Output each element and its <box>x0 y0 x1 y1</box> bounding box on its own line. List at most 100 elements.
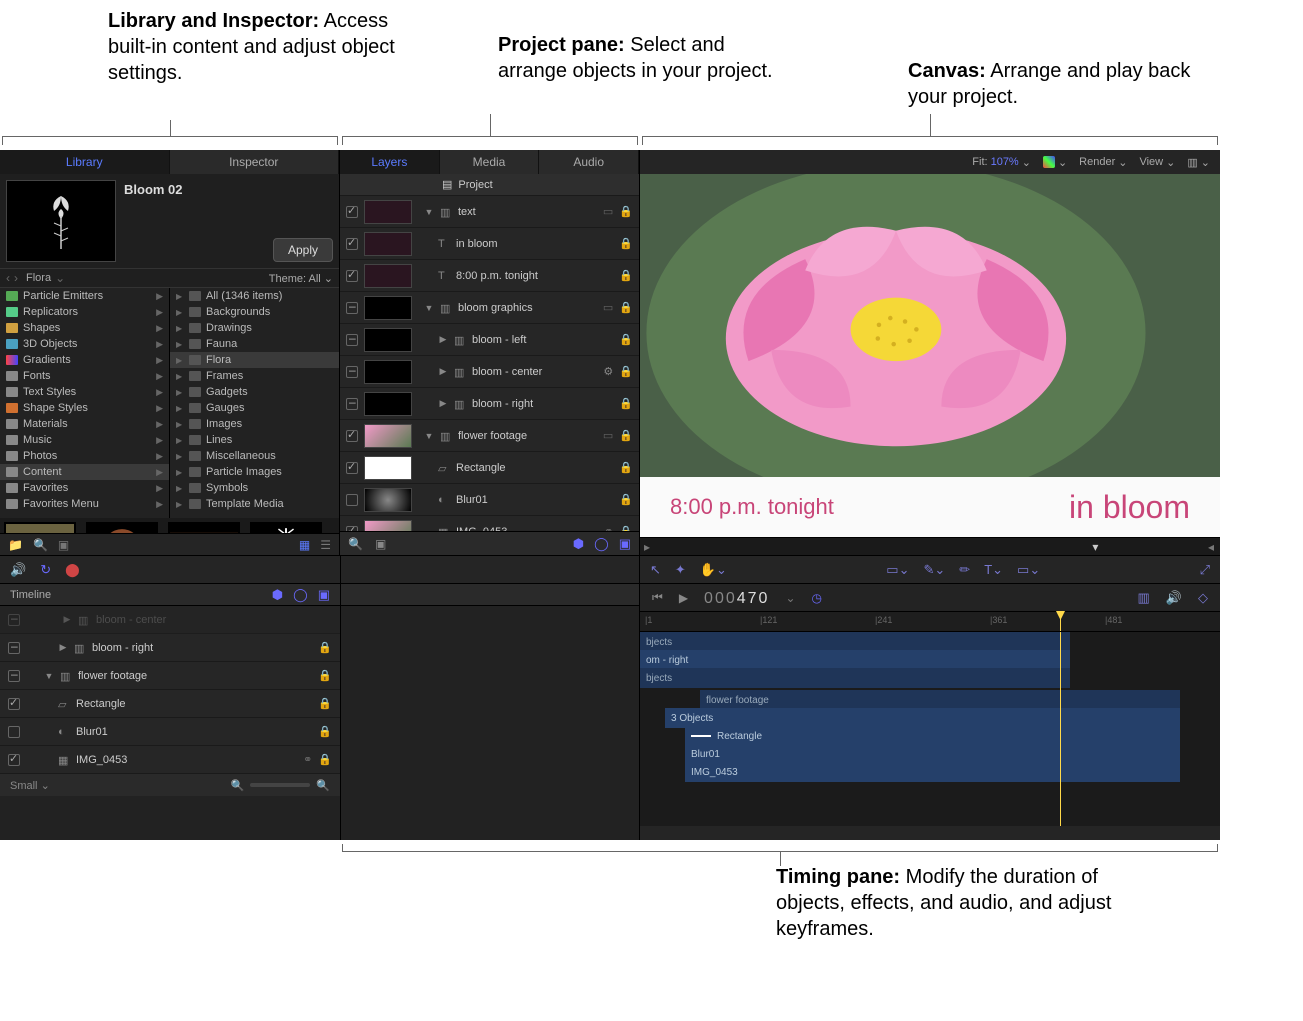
category-item[interactable]: Shape Styles▶ <box>0 400 169 416</box>
layer-row[interactable]: ▤Project <box>340 174 639 196</box>
timeline-layer-row[interactable]: ◐Blur01🔒 <box>0 718 340 746</box>
lock-icon[interactable]: 🔒 <box>318 725 332 738</box>
visibility-checkbox[interactable] <box>346 366 358 378</box>
layer-row[interactable]: ▶▥bloom - right🔒 <box>340 388 639 420</box>
nav-back-icon[interactable]: ‹ <box>6 271 10 285</box>
category-item[interactable]: Music▶ <box>0 432 169 448</box>
category-item[interactable]: Photos▶ <box>0 448 169 464</box>
filter-icon[interactable]: ▣ <box>318 587 330 603</box>
view-menu[interactable]: View ⌄ <box>1139 156 1175 169</box>
timeline-layer-rows[interactable]: ▶▥bloom - center▶▥bloom - right🔒▼▥flower… <box>0 606 340 774</box>
layer-row[interactable]: ▦IMG_0453⚭🔒 <box>340 516 639 531</box>
library-grid[interactable]: Arabesque Autumn Aspen Autumn Border Barley… <box>0 518 339 533</box>
disclose-icon[interactable]: ▼ <box>44 671 54 681</box>
behavior-icon[interactable]: ◯ <box>594 536 609 552</box>
transform-tool-icon[interactable]: ✦ <box>675 562 686 578</box>
category-item[interactable]: Text Styles▶ <box>0 384 169 400</box>
grid-item[interactable]: Autumn Border <box>168 522 240 533</box>
timecode[interactable]: 000470 <box>704 588 769 608</box>
grid-view-icon[interactable]: ▦ <box>299 538 310 552</box>
category-item[interactable]: Favorites▶ <box>0 480 169 496</box>
timeline-layer-row[interactable]: ▦IMG_0453⚭🔒 <box>0 746 340 774</box>
filter-icon[interactable]: ▣ <box>619 536 631 552</box>
record-icon[interactable]: ⬤ <box>65 562 80 578</box>
timeline-layer-row[interactable]: ▱Rectangle🔒 <box>0 690 340 718</box>
disclose-icon[interactable]: ▶ <box>58 642 68 653</box>
lock-icon[interactable]: 🔒 <box>619 301 633 314</box>
visibility-checkbox[interactable] <box>346 430 358 442</box>
visibility-checkbox[interactable] <box>346 270 358 282</box>
track-clip[interactable]: om - right <box>640 650 1070 670</box>
grid-item[interactable]: Barley <box>250 522 322 533</box>
select-tool-icon[interactable]: ↖ <box>650 562 661 578</box>
visibility-checkbox[interactable] <box>8 698 20 710</box>
track-clip[interactable]: flower footage <box>700 690 1180 710</box>
grid-item[interactable]: Arabesque <box>4 522 76 533</box>
track-clip[interactable]: Blur01 <box>685 744 1180 764</box>
out-point-icon[interactable]: ◂ <box>1208 540 1216 552</box>
subcategory-item[interactable]: ▶Particle Images <box>170 464 339 480</box>
breadcrumb-menu-icon[interactable]: ⌄ <box>55 271 65 285</box>
visibility-checkbox[interactable] <box>346 526 358 532</box>
bezier-tool-icon[interactable]: ✎⌄ <box>923 562 945 578</box>
timeline-layer-row[interactable]: ▼▥flower footage🔒 <box>0 662 340 690</box>
text-tool-icon[interactable]: T⌄ <box>984 562 1003 578</box>
subcategory-item[interactable]: ▶Miscellaneous <box>170 448 339 464</box>
timeline-tracks[interactable]: bjectsom - rightbjectsflower footage3 Ob… <box>640 632 1220 826</box>
visibility-checkbox[interactable] <box>346 462 358 474</box>
track-clip[interactable]: bjects <box>640 668 1070 688</box>
disclose-icon[interactable]: ▶ <box>438 398 448 409</box>
category-item[interactable]: Content▶ <box>0 464 169 480</box>
tab-media[interactable]: Media <box>440 150 540 174</box>
loop-icon[interactable]: ↻ <box>40 562 51 578</box>
layer-row[interactable]: ▼▥flower footage▭🔒 <box>340 420 639 452</box>
subcategory-item[interactable]: ▶Symbols <box>170 480 339 496</box>
list-view-icon[interactable]: ☰ <box>320 538 331 552</box>
new-folder-icon[interactable]: ▣ <box>58 538 69 552</box>
subcategory-item[interactable]: ▶Drawings <box>170 320 339 336</box>
layer-row[interactable]: T8:00 p.m. tonight🔒 <box>340 260 639 292</box>
clock-icon[interactable]: ◷ <box>812 591 822 605</box>
subcategory-item[interactable]: ▶Fauna <box>170 336 339 352</box>
visibility-checkbox[interactable] <box>346 206 358 218</box>
speaker-icon[interactable]: 🔊 <box>10 562 26 578</box>
lock-icon[interactable]: 🔒 <box>619 429 633 442</box>
gear-icon[interactable]: ⚙ <box>603 365 613 378</box>
2d-icon[interactable]: ▭ <box>603 429 613 442</box>
lock-icon[interactable]: 🔒 <box>619 237 633 250</box>
keyframe-view-icon[interactable]: ▥ <box>1138 590 1150 606</box>
category-item[interactable]: Particle Emitters▶ <box>0 288 169 304</box>
track-clip[interactable]: 3 Objects <box>665 708 1180 728</box>
subcategory-item[interactable]: ▶Images <box>170 416 339 432</box>
apply-button[interactable]: Apply <box>273 238 333 262</box>
search-icon[interactable]: 🔍 <box>33 538 48 552</box>
tab-layers[interactable]: Layers <box>340 150 440 174</box>
2d-icon[interactable]: ▭ <box>603 205 613 218</box>
folder-icon[interactable]: 📁 <box>8 538 23 552</box>
visibility-checkbox[interactable] <box>8 670 20 682</box>
play-icon[interactable]: ▶ <box>679 591 688 605</box>
audio-view-icon[interactable]: 🔊 <box>1166 590 1182 606</box>
grid-item[interactable]: Autumn Aspen <box>86 522 158 533</box>
render-menu[interactable]: Render ⌄ <box>1079 156 1127 169</box>
in-point-icon[interactable]: ▸ <box>644 540 652 552</box>
timecode-menu-icon[interactable]: ⌄ <box>785 591 795 605</box>
rect-tool-icon[interactable]: ▭⌄ <box>886 562 909 578</box>
mask-tool-icon[interactable]: ▭⌄ <box>1017 562 1040 578</box>
mask-icon[interactable]: ⬢ <box>573 536 584 552</box>
layer-row[interactable]: ▶▥bloom - center <box>0 606 340 634</box>
playhead[interactable] <box>1060 612 1061 631</box>
breadcrumb[interactable]: Flora <box>26 272 51 284</box>
go-start-icon[interactable]: ⏮ <box>652 590 663 605</box>
tab-inspector[interactable]: Inspector <box>170 150 340 174</box>
timeline-view-icon[interactable]: ◇ <box>1198 590 1208 606</box>
fit-selector[interactable]: Fit: 107% ⌄ <box>972 156 1031 169</box>
category-item[interactable]: Materials▶ <box>0 416 169 432</box>
color-channel-button[interactable]: ⌄ <box>1043 156 1067 169</box>
layer-row[interactable]: ▶▥bloom - left🔒 <box>340 324 639 356</box>
layer-row[interactable]: ▼▥text▭🔒 <box>340 196 639 228</box>
mask-icon[interactable]: ⬢ <box>272 587 283 603</box>
subcategory-item[interactable]: ▶Flora <box>170 352 339 368</box>
category-item[interactable]: Replicators▶ <box>0 304 169 320</box>
visibility-checkbox[interactable] <box>346 302 358 314</box>
